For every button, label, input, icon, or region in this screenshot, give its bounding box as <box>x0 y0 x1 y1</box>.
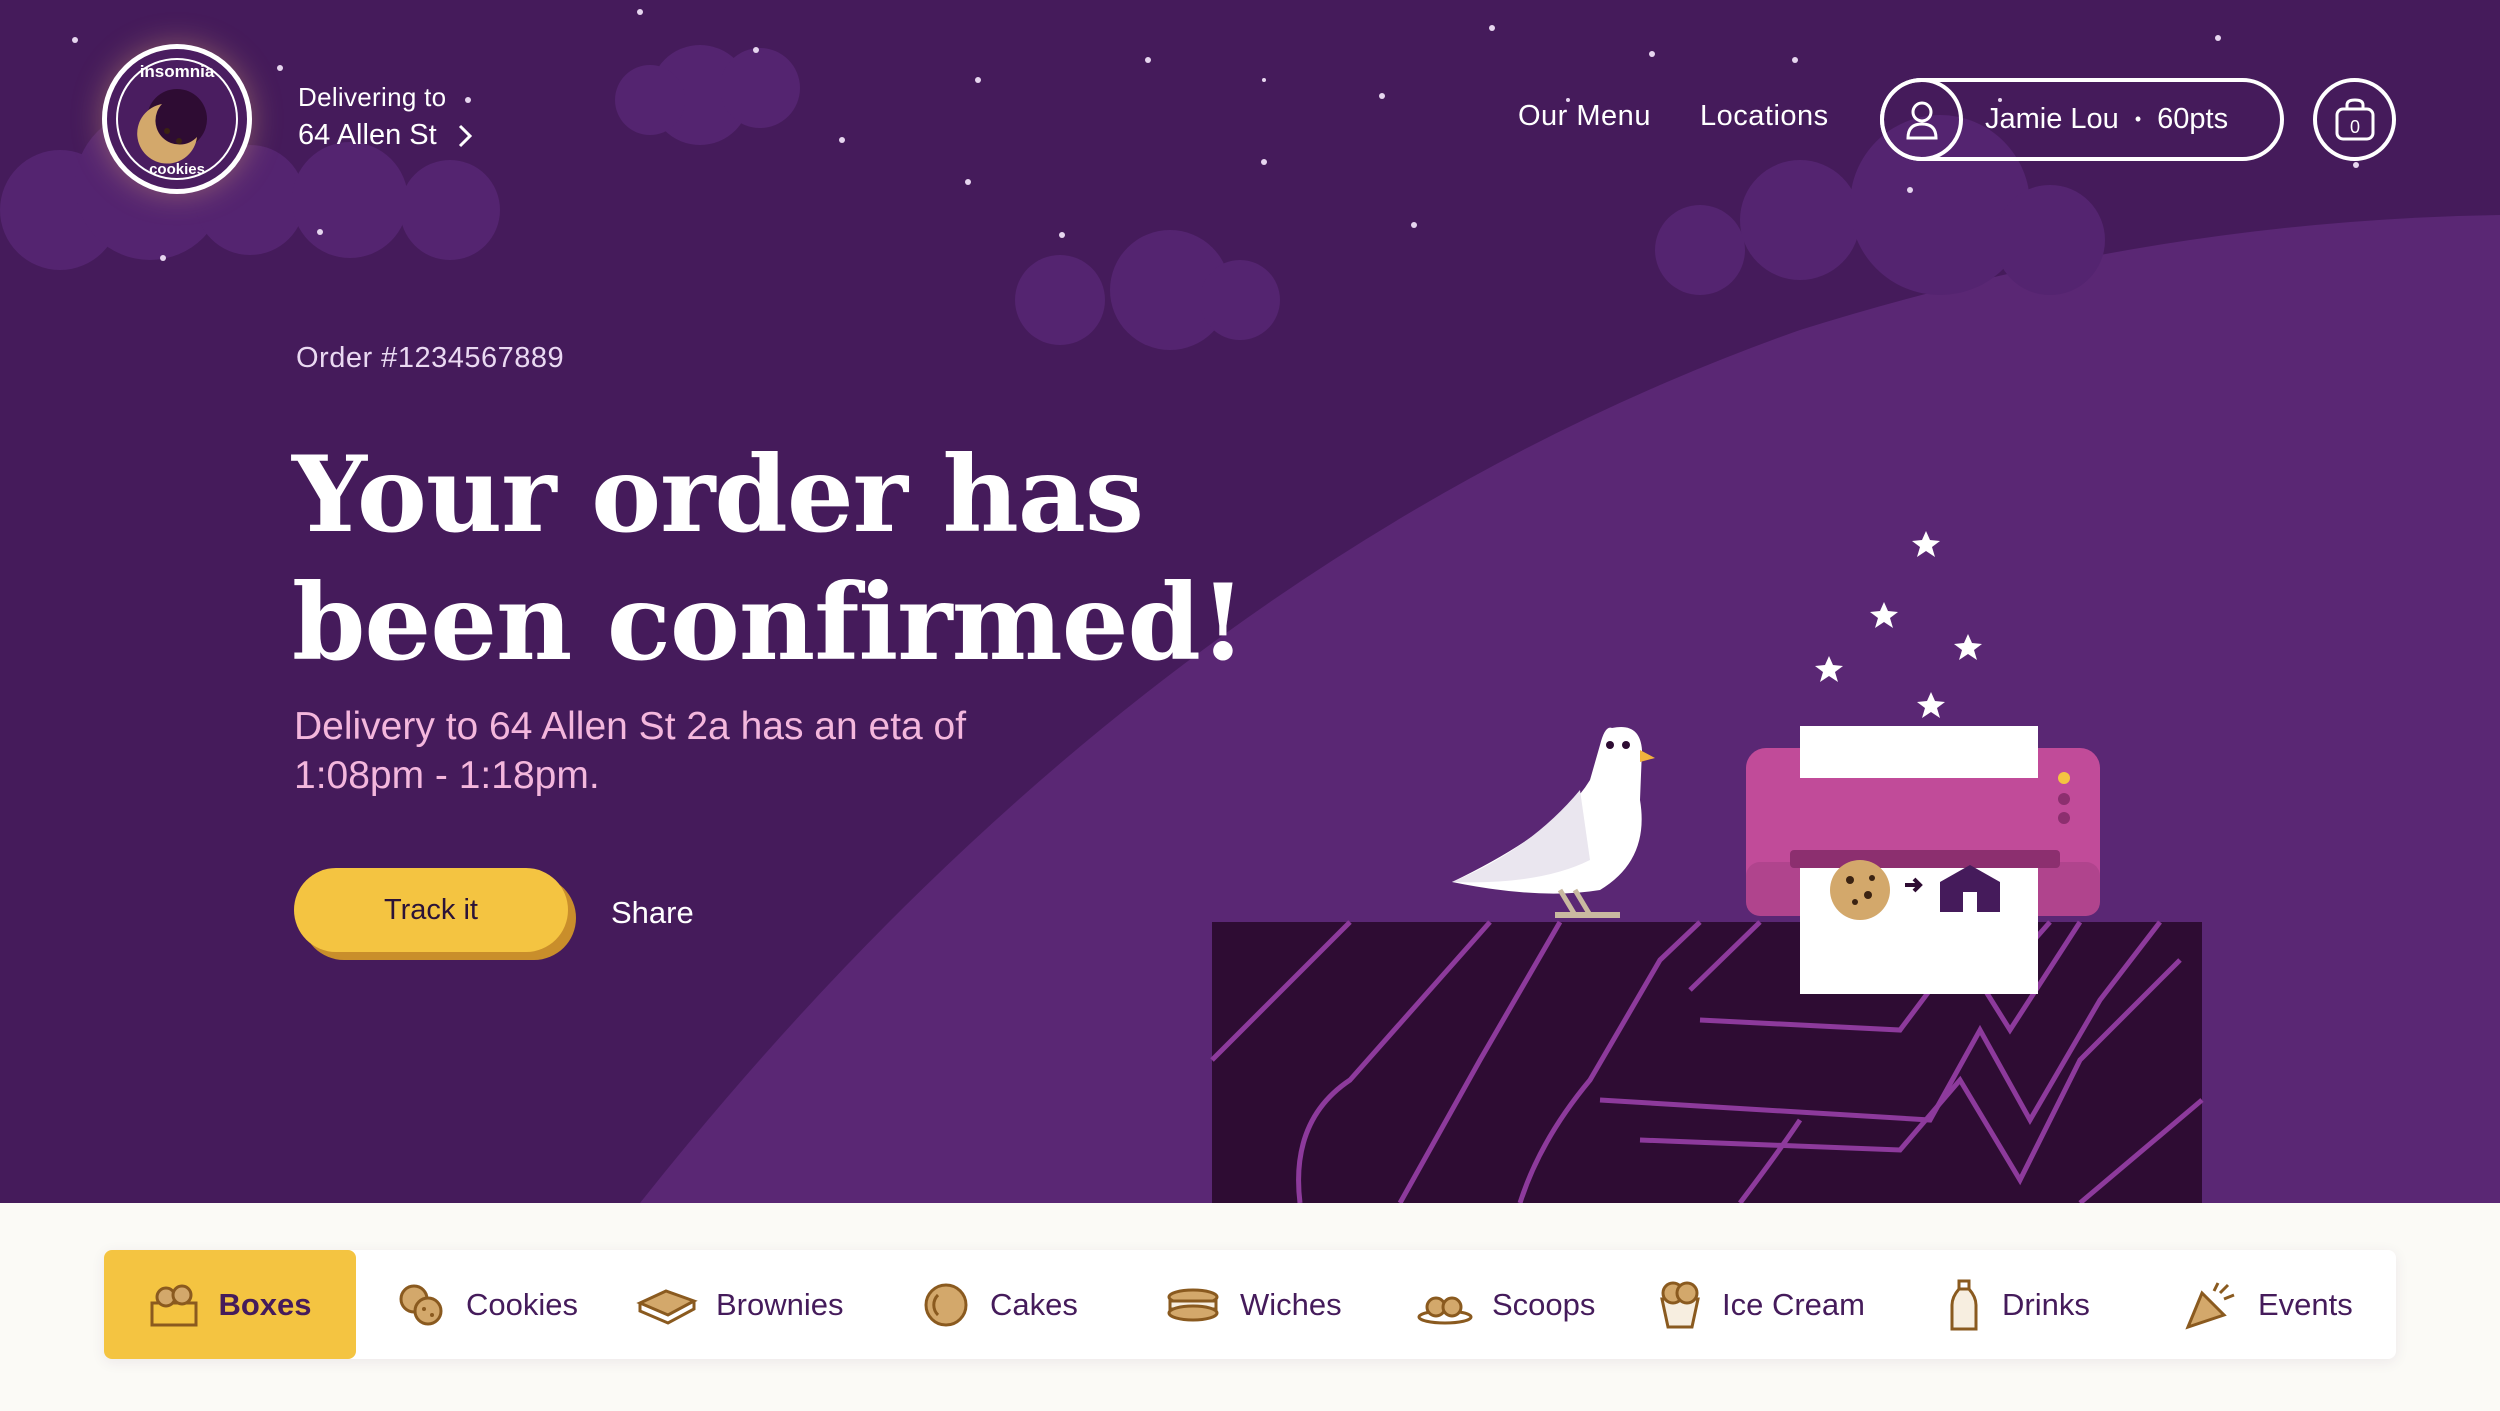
cake-icon <box>924 1283 968 1326</box>
category-label: Boxes <box>218 1286 312 1322</box>
category-drinks[interactable]: Drinks <box>1944 1250 2090 1359</box>
category-brownies[interactable]: Brownies <box>636 1250 844 1359</box>
category-cookies[interactable]: Cookies <box>396 1250 578 1359</box>
account-button[interactable]: Jamie Lou • 60pts <box>1880 78 2284 161</box>
category-label: Events <box>2258 1286 2353 1322</box>
category-boxes[interactable]: Boxes <box>104 1250 356 1359</box>
headline-line-1: Your order has <box>292 432 1144 556</box>
bottle-icon <box>1950 1279 1978 1330</box>
category-bar: Boxes Cookies Brownies Cakes Wiches Scoo… <box>104 1250 2396 1359</box>
category-cakes[interactable]: Cakes <box>920 1250 1078 1359</box>
sandwich-icon <box>1167 1288 1219 1321</box>
points-balance: 60pts <box>2157 103 2229 135</box>
share-link[interactable]: Share <box>611 895 694 931</box>
nav-our-menu[interactable]: Our Menu <box>1518 100 1651 133</box>
user-name: Jamie Lou <box>1985 103 2119 135</box>
category-label: Scoops <box>1492 1286 1596 1322</box>
headline-line-2: been confirmed! <box>292 560 1246 684</box>
cart-count: 0 <box>2349 117 2359 137</box>
category-label: Cookies <box>466 1286 578 1322</box>
scoops-icon <box>1417 1296 1473 1324</box>
svg-text:cookies: cookies <box>149 161 205 178</box>
confirmation-headline: Your order has been confirmed! <box>292 430 1292 686</box>
category-wiches[interactable]: Wiches <box>1164 1250 1342 1359</box>
box-icon <box>150 1284 198 1326</box>
insomnia-cookies-logo[interactable]: insomnia cookies <box>102 44 252 194</box>
bag-icon: 0 <box>2335 97 2374 140</box>
delivering-label: Delivering to <box>298 82 447 112</box>
delivery-address-selector[interactable]: Delivering to 64 Allen St <box>298 82 473 152</box>
cookies-icon <box>399 1284 443 1325</box>
user-icon <box>1880 78 1963 161</box>
delivery-address: 64 Allen St <box>298 119 437 151</box>
party-popper-icon <box>2185 1281 2235 1329</box>
category-label: Drinks <box>2002 1286 2090 1322</box>
brownie-icon <box>636 1288 698 1325</box>
category-label: Cakes <box>990 1286 1078 1322</box>
cart-button[interactable]: 0 <box>2313 78 2396 161</box>
track-order-button[interactable]: Track it <box>294 868 568 952</box>
category-scoops[interactable]: Scoops <box>1416 1250 1595 1359</box>
category-ice-cream[interactable]: Ice Cream <box>1656 1250 1865 1359</box>
category-label: Ice Cream <box>1722 1286 1865 1322</box>
chevron-right-icon <box>458 124 472 147</box>
hero-section: insomnia cookies Delivering to 64 Allen … <box>0 0 2500 1203</box>
ice-cream-icon <box>1660 1281 1700 1328</box>
category-events[interactable]: Events <box>2184 1250 2353 1359</box>
delivery-eta: Delivery to 64 Allen St 2a has an eta of… <box>294 705 967 797</box>
svg-text:insomnia: insomnia <box>140 62 215 81</box>
order-number: Order #1234567889 <box>296 342 565 374</box>
category-label: Brownies <box>716 1286 844 1322</box>
category-label: Wiches <box>1240 1286 1342 1322</box>
moon-cookie-icon: insomnia cookies <box>116 58 238 180</box>
nav-locations[interactable]: Locations <box>1700 100 1829 133</box>
